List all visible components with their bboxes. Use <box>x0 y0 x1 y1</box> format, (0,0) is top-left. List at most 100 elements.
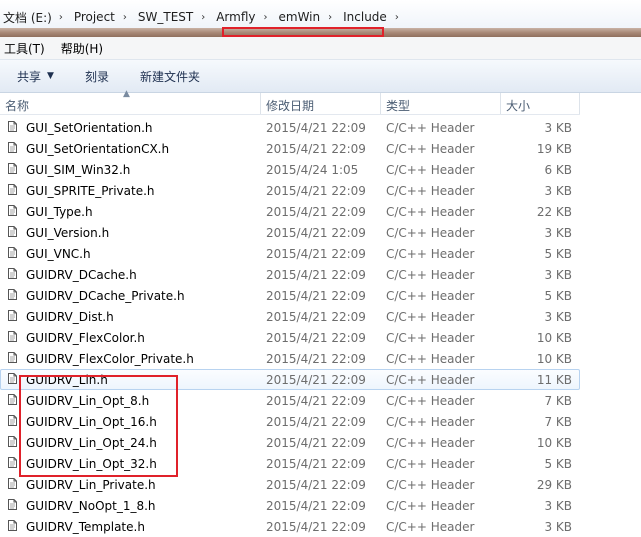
file-row[interactable]: GUIDRV_DCache.h 2015/4/21 22:09 C/C++ Head… <box>0 264 580 285</box>
file-icon <box>8 142 17 153</box>
file-row[interactable]: GUI_SPRITE_Private.h 2015/4/21 22:09 C/C++… <box>0 180 580 201</box>
file-icon <box>8 415 17 426</box>
column-type[interactable]: 类型 <box>386 97 410 114</box>
column-divider[interactable] <box>500 93 501 114</box>
file-row[interactable]: GUI_VNC.h 2015/4/21 22:09 C/C++ Header 5 KB <box>0 243 580 264</box>
new-folder-button[interactable]: 新建文件夹 <box>140 68 200 85</box>
file-date: 2015/4/21 22:09 <box>266 247 366 261</box>
column-divider[interactable] <box>380 93 381 114</box>
column-date[interactable]: 修改日期 <box>266 97 314 114</box>
file-row[interactable]: GUIDRV_Template.h 2015/4/21 22:09 C/C++ He… <box>0 516 580 537</box>
chevron-right-icon[interactable]: › <box>395 12 399 23</box>
file-icon <box>8 394 17 405</box>
file-size: 3 KB <box>544 121 572 135</box>
file-type: C/C++ Header <box>386 394 475 408</box>
file-row[interactable]: GUIDRV_FlexColor.h 2015/4/21 22:09 C/C++ H… <box>0 327 580 348</box>
file-type: C/C++ Header <box>386 310 475 324</box>
file-date: 2015/4/21 22:09 <box>266 478 366 492</box>
file-row[interactable]: GUIDRV_FlexColor_Private.h 2015/4/21 22:0… <box>0 348 580 369</box>
file-row[interactable]: GUI_Version.h 2015/4/21 22:09 C/C++ Header… <box>0 222 580 243</box>
breadcrumb-item[interactable]: emWin <box>276 10 321 24</box>
file-size: 10 KB <box>536 331 572 345</box>
file-type: C/C++ Header <box>386 205 475 219</box>
file-row[interactable]: GUIDRV_NoOpt_1_8.h 2015/4/21 22:09 C/C++ H… <box>0 495 580 516</box>
column-divider[interactable] <box>579 93 580 114</box>
file-type: C/C++ Header <box>386 415 475 429</box>
file-size: 11 KB <box>536 373 572 387</box>
file-icon <box>8 331 17 342</box>
menu-tools[interactable]: 工具(T) <box>4 40 45 57</box>
file-date: 2015/4/21 22:09 <box>266 457 366 471</box>
breadcrumb-item[interactable]: Armfly <box>213 10 255 24</box>
file-date: 2015/4/21 22:09 <box>266 310 366 324</box>
file-date: 2015/4/21 22:09 <box>266 289 366 303</box>
column-name[interactable]: 名称 <box>5 97 29 114</box>
file-row[interactable]: GUI_SetOrientationCX.h 2015/4/21 22:09 C/C… <box>0 138 580 159</box>
file-date: 2015/4/21 22:09 <box>266 184 366 198</box>
file-date: 2015/4/21 22:09 <box>266 436 366 450</box>
file-size: 5 KB <box>544 247 572 261</box>
menu-help[interactable]: 帮助(H) <box>61 40 103 57</box>
column-divider[interactable] <box>260 93 261 114</box>
file-type: C/C++ Header <box>386 373 475 387</box>
file-type: C/C++ Header <box>386 289 475 303</box>
breadcrumb: 文档 (E:) › Project › SW_TEST › Armfly › emWin › Inc… <box>0 8 407 26</box>
file-date: 2015/4/21 22:09 <box>266 520 366 534</box>
file-icon <box>8 352 17 363</box>
annotation-box-files <box>19 375 178 477</box>
file-size: 19 KB <box>536 142 572 156</box>
file-row[interactable]: GUI_SetOrientation.h 2015/4/21 22:09 C/C++… <box>0 117 580 138</box>
file-name: GUI_SetOrientation.h <box>26 121 153 135</box>
chevron-right-icon[interactable]: › <box>59 12 63 23</box>
breadcrumb-item[interactable]: Include <box>340 10 387 24</box>
file-name: GUI_SetOrientationCX.h <box>26 142 170 156</box>
file-row[interactable]: GUI_Type.h 2015/4/21 22:09 C/C++ Header 22 … <box>0 201 580 222</box>
file-type: C/C++ Header <box>386 163 475 177</box>
file-row[interactable]: GUI_SIM_Win32.h 2015/4/24 1:05 C/C++ Heade… <box>0 159 580 180</box>
file-icon <box>8 478 17 489</box>
file-date: 2015/4/21 22:09 <box>266 226 366 240</box>
file-size: 3 KB <box>544 520 572 534</box>
file-icon <box>8 226 17 237</box>
file-name: GUIDRV_NoOpt_1_8.h <box>26 499 156 513</box>
breadcrumb-item[interactable]: 文档 (E:) <box>0 9 52 26</box>
file-row[interactable]: GUIDRV_Lin_Private.h 2015/4/21 22:09 C/C++… <box>0 474 580 495</box>
burn-button[interactable]: 刻录 <box>85 68 109 85</box>
file-date: 2015/4/21 22:09 <box>266 394 366 408</box>
chevron-right-icon[interactable]: › <box>264 12 268 23</box>
file-icon <box>8 310 17 321</box>
file-name: GUI_SPRITE_Private.h <box>26 184 155 198</box>
chevron-right-icon[interactable]: › <box>201 12 205 23</box>
file-date: 2015/4/21 22:09 <box>266 352 366 366</box>
file-icon <box>8 163 17 174</box>
breadcrumb-item[interactable]: Project <box>71 10 115 24</box>
file-icon <box>8 289 17 300</box>
file-type: C/C++ Header <box>386 499 475 513</box>
file-type: C/C++ Header <box>386 247 475 261</box>
file-icon <box>8 373 17 384</box>
chevron-down-icon: ▼ <box>47 71 54 81</box>
column-header: ▲ 名称 修改日期 类型 大小 <box>0 89 580 115</box>
file-type: C/C++ Header <box>386 436 475 450</box>
share-label: 共享 <box>17 69 42 84</box>
chevron-right-icon[interactable]: › <box>328 12 332 23</box>
file-size: 3 KB <box>544 268 572 282</box>
file-name: GUIDRV_FlexColor_Private.h <box>26 352 194 366</box>
file-icon <box>8 121 17 132</box>
file-icon <box>8 457 17 468</box>
file-icon <box>8 499 17 510</box>
file-size: 3 KB <box>544 499 572 513</box>
file-size: 3 KB <box>544 184 572 198</box>
file-size: 10 KB <box>536 436 572 450</box>
file-size: 5 KB <box>544 289 572 303</box>
breadcrumb-item[interactable]: SW_TEST <box>135 10 193 24</box>
file-row[interactable]: GUIDRV_DCache_Private.h 2015/4/21 22:09 C/… <box>0 285 580 306</box>
menu-bar: 工具(T) 帮助(H) <box>0 37 641 59</box>
share-button[interactable]: 共享 ▼ <box>17 68 54 85</box>
chevron-right-icon[interactable]: › <box>123 12 127 23</box>
annotation-box-address <box>222 27 384 37</box>
file-icon <box>8 205 17 216</box>
file-date: 2015/4/21 22:09 <box>266 373 366 387</box>
file-row[interactable]: GUIDRV_Dist.h 2015/4/21 22:09 C/C++ Header… <box>0 306 580 327</box>
column-size[interactable]: 大小 <box>506 97 530 114</box>
